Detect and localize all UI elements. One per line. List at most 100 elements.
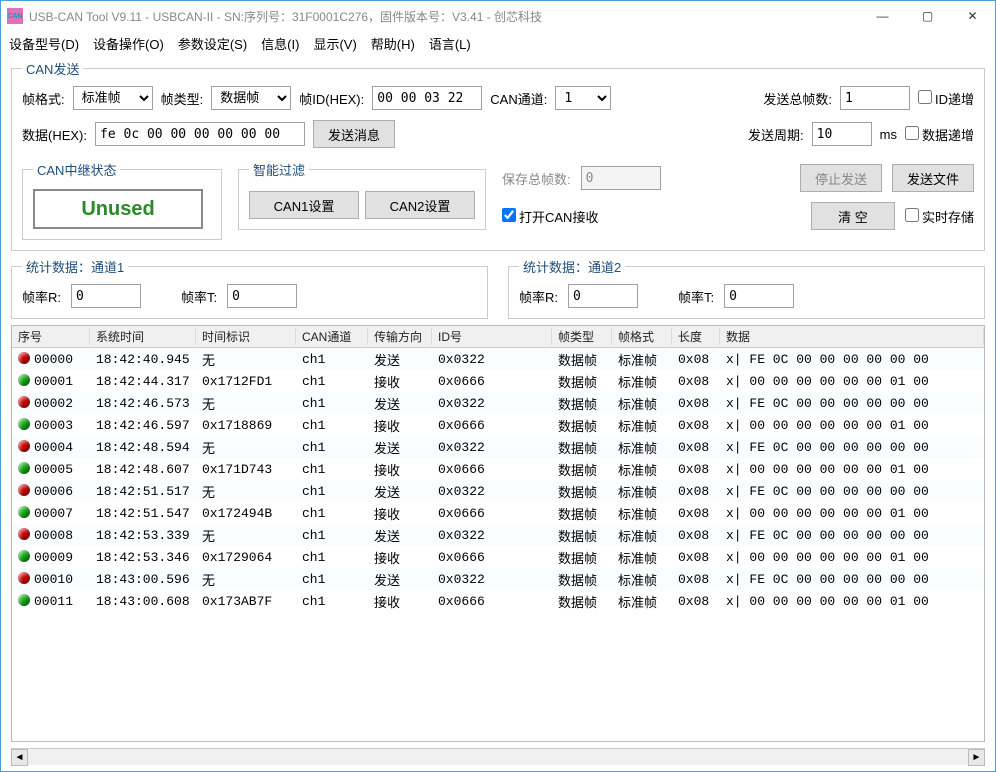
data-hex-label: 数据(HEX): xyxy=(22,125,87,144)
frame-format-select[interactable]: 标准帧 xyxy=(73,86,153,110)
table-row[interactable]: 0000718:42:51.5470x172494Bch1接收0x0666数据帧… xyxy=(12,502,984,524)
can1-settings-button[interactable]: CAN1设置 xyxy=(249,191,359,219)
stats-ch1-group: 统计数据：通道1 帧率R: 帧率T: xyxy=(11,257,488,319)
col-channel[interactable]: CAN通道 xyxy=(296,328,368,345)
col-data[interactable]: 数据 xyxy=(720,328,984,345)
log-grid-header: 序号 系统时间 时间标识 CAN通道 传输方向 ID号 帧类型 帧格式 长度 数… xyxy=(12,326,984,348)
relay-status-legend: CAN中继状态 xyxy=(33,160,120,179)
channel-label: CAN通道: xyxy=(490,89,547,108)
stats-ch1-legend: 统计数据：通道1 xyxy=(22,257,128,276)
relay-status-group: CAN中继状态 Unused xyxy=(22,160,222,240)
direction-led-icon xyxy=(18,462,30,474)
frame-format-label: 帧格式: xyxy=(22,89,65,108)
direction-led-icon xyxy=(18,374,30,386)
col-timeid[interactable]: 时间标识 xyxy=(196,328,296,345)
data-hex-input[interactable] xyxy=(95,122,305,146)
direction-led-icon xyxy=(18,396,30,408)
menu-language[interactable]: 语言(L) xyxy=(429,34,471,53)
open-recv-checkbox[interactable] xyxy=(502,208,516,222)
main-window: CAN USB-CAN Tool V9.11 - USBCAN-II - SN:… xyxy=(0,0,996,772)
stats1-r-label: 帧率R: xyxy=(22,287,61,306)
table-row[interactable]: 0000318:42:46.5970x1718869ch1接收0x0666数据帧… xyxy=(12,414,984,436)
table-row[interactable]: 0000218:42:46.573无ch1发送0x0322数据帧标准帧0x08x… xyxy=(12,392,984,414)
menu-device-model[interactable]: 设备型号(D) xyxy=(9,34,79,53)
stats2-t-input[interactable] xyxy=(724,284,794,308)
scroll-left-icon[interactable]: ◄ xyxy=(11,749,28,766)
table-row[interactable]: 0001018:43:00.596无ch1发送0x0322数据帧标准帧0x08x… xyxy=(12,568,984,590)
log-grid: 序号 系统时间 时间标识 CAN通道 传输方向 ID号 帧类型 帧格式 长度 数… xyxy=(11,325,985,742)
send-total-label: 发送总帧数: xyxy=(763,89,832,108)
maximize-button[interactable]: ▢ xyxy=(905,2,950,31)
send-period-input[interactable] xyxy=(812,122,872,146)
direction-led-icon xyxy=(18,418,30,430)
realtime-save-checkbox[interactable] xyxy=(905,208,919,222)
channel-select[interactable]: 1 xyxy=(555,86,611,110)
can-send-legend: CAN发送 xyxy=(22,59,83,78)
stats-ch2-group: 统计数据：通道2 帧率R: 帧率T: xyxy=(508,257,985,319)
id-inc-checkbox-label[interactable]: ID递增 xyxy=(918,89,974,108)
table-row[interactable]: 0000918:42:53.3460x1729064ch1接收0x0666数据帧… xyxy=(12,546,984,568)
scroll-track[interactable] xyxy=(28,749,968,765)
clear-button[interactable]: 清 空 xyxy=(811,202,895,230)
minimize-button[interactable]: — xyxy=(860,2,905,31)
direction-led-icon xyxy=(18,572,30,584)
can2-settings-button[interactable]: CAN2设置 xyxy=(365,191,475,219)
open-recv-checkbox-label[interactable]: 打开CAN接收 xyxy=(502,207,598,226)
stats2-r-label: 帧率R: xyxy=(519,287,558,306)
col-length[interactable]: 长度 xyxy=(672,328,720,345)
direction-led-icon xyxy=(18,506,30,518)
menu-info[interactable]: 信息(I) xyxy=(261,34,299,53)
table-row[interactable]: 0000018:42:40.945无ch1发送0x0322数据帧标准帧0x08x… xyxy=(12,348,984,370)
frame-type-select[interactable]: 数据帧 xyxy=(211,86,291,110)
col-id[interactable]: ID号 xyxy=(432,328,552,345)
titlebar: CAN USB-CAN Tool V9.11 - USBCAN-II - SN:… xyxy=(1,1,995,31)
id-inc-checkbox[interactable] xyxy=(918,90,932,104)
smart-filter-group: 智能过滤 CAN1设置 CAN2设置 xyxy=(238,160,486,230)
relay-status-box: Unused xyxy=(33,189,203,229)
data-inc-checkbox-label[interactable]: 数据递增 xyxy=(905,125,974,144)
stats-ch2-legend: 统计数据：通道2 xyxy=(519,257,625,276)
menu-param[interactable]: 参数设定(S) xyxy=(178,34,247,53)
save-total-input xyxy=(581,166,661,190)
col-seq[interactable]: 序号 xyxy=(12,328,90,345)
close-button[interactable]: ✕ xyxy=(950,2,995,31)
data-inc-checkbox[interactable] xyxy=(905,126,919,140)
stop-send-button: 停止发送 xyxy=(800,164,882,192)
frame-type-label: 帧类型: xyxy=(161,89,204,108)
send-file-button[interactable]: 发送文件 xyxy=(892,164,974,192)
menubar: 设备型号(D) 设备操作(O) 参数设定(S) 信息(I) 显示(V) 帮助(H… xyxy=(1,31,995,55)
app-icon: CAN xyxy=(7,8,23,24)
col-direction[interactable]: 传输方向 xyxy=(368,328,432,345)
table-row[interactable]: 0001118:43:00.6080x173AB7Fch1接收0x0666数据帧… xyxy=(12,590,984,612)
stats2-t-label: 帧率T: xyxy=(678,287,714,306)
stats1-t-label: 帧率T: xyxy=(181,287,217,306)
direction-led-icon xyxy=(18,352,30,364)
menu-device-op[interactable]: 设备操作(O) xyxy=(93,34,164,53)
table-row[interactable]: 0000118:42:44.3170x1712FD1ch1接收0x0666数据帧… xyxy=(12,370,984,392)
stats2-r-input[interactable] xyxy=(568,284,638,308)
realtime-save-checkbox-label[interactable]: 实时存储 xyxy=(905,207,974,226)
direction-led-icon xyxy=(18,440,30,452)
stats1-t-input[interactable] xyxy=(227,284,297,308)
send-total-input[interactable] xyxy=(840,86,910,110)
scroll-right-icon[interactable]: ► xyxy=(968,749,985,766)
stats1-r-input[interactable] xyxy=(71,284,141,308)
table-row[interactable]: 0000818:42:53.339无ch1发送0x0322数据帧标准帧0x08x… xyxy=(12,524,984,546)
menu-display[interactable]: 显示(V) xyxy=(313,34,356,53)
col-frametype[interactable]: 帧类型 xyxy=(552,328,612,345)
log-grid-body[interactable]: 0000018:42:40.945无ch1发送0x0322数据帧标准帧0x08x… xyxy=(12,348,984,741)
direction-led-icon xyxy=(18,594,30,606)
direction-led-icon xyxy=(18,528,30,540)
send-message-button[interactable]: 发送消息 xyxy=(313,120,395,148)
table-row[interactable]: 0000418:42:48.594无ch1发送0x0322数据帧标准帧0x08x… xyxy=(12,436,984,458)
table-row[interactable]: 0000518:42:48.6070x171D743ch1接收0x0666数据帧… xyxy=(12,458,984,480)
table-row[interactable]: 0000618:42:51.517无ch1发送0x0322数据帧标准帧0x08x… xyxy=(12,480,984,502)
send-period-label: 发送周期: xyxy=(748,125,804,144)
col-frameformat[interactable]: 帧格式 xyxy=(612,328,672,345)
direction-led-icon xyxy=(18,550,30,562)
col-systime[interactable]: 系统时间 xyxy=(90,328,196,345)
horizontal-scrollbar[interactable]: ◄ ► xyxy=(11,748,985,765)
frame-id-label: 帧ID(HEX): xyxy=(299,89,364,108)
frame-id-input[interactable] xyxy=(372,86,482,110)
menu-help[interactable]: 帮助(H) xyxy=(371,34,415,53)
